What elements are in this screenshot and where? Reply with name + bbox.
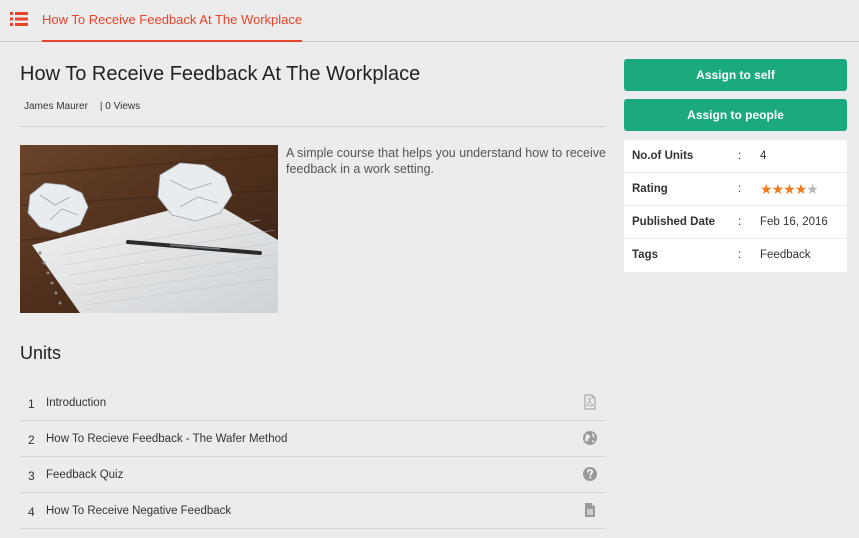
unit-number: 1: [28, 397, 35, 411]
globe-icon: [582, 430, 598, 446]
unit-number: 3: [28, 469, 35, 483]
star-filled-icon: ★: [771, 181, 785, 197]
unit-row[interactable]: 2 How To Recieve Feedback - The Wafer Me…: [20, 421, 606, 457]
view-count: | 0 Views: [99, 101, 141, 112]
tab-course[interactable]: How To Receive Feedback At The Workplace: [42, 0, 303, 42]
divider: [20, 126, 606, 127]
star-filled-icon: ★: [760, 181, 773, 197]
units-count: 4: [760, 150, 767, 162]
course-thumbnail: [20, 145, 278, 313]
pdf-file-icon: [582, 394, 598, 410]
info-colon: :: [738, 150, 742, 162]
unit-title[interactable]: Introduction: [46, 397, 106, 409]
info-label: Rating: [632, 183, 668, 195]
page-title: How To Receive Feedback At The Workplace: [20, 63, 421, 85]
question-circle-icon: [582, 466, 598, 482]
assign-to-people-button[interactable]: Assign to people: [624, 99, 847, 131]
unit-title[interactable]: Feedback Quiz: [46, 469, 123, 481]
star-filled-icon: ★: [783, 181, 796, 197]
unit-number: 4: [28, 505, 35, 519]
info-row-units: No.of Units : 4: [624, 140, 847, 173]
tag-link[interactable]: Feedback: [760, 249, 811, 261]
info-row-rating: Rating : ★★★★★: [624, 173, 847, 206]
list-icon[interactable]: [10, 11, 28, 27]
star-filled-icon: ★: [794, 181, 808, 197]
course-meta: James Maurer | 0 Views: [24, 101, 140, 112]
assign-to-self-button[interactable]: Assign to self: [624, 59, 847, 91]
rating-stars: ★★★★★: [760, 181, 819, 198]
unit-row[interactable]: 1 Introduction: [20, 385, 606, 421]
units-heading: Units: [20, 343, 62, 363]
info-label: No.of Units: [632, 150, 694, 162]
top-bar: How To Receive Feedback At The Workplace: [0, 0, 859, 42]
unit-row[interactable]: 3 Feedback Quiz: [20, 457, 606, 493]
unit-number: 2: [28, 433, 35, 447]
unit-title[interactable]: How To Receive Negative Feedback: [46, 505, 231, 517]
info-row-tags: Tags : Feedback: [624, 239, 847, 272]
course-description: A simple course that helps you understan…: [286, 146, 606, 176]
info-colon: :: [738, 249, 742, 261]
course-info-card: No.of Units : 4 Rating : ★★★★★ Published…: [624, 140, 847, 272]
info-label: Published Date: [632, 216, 716, 228]
unit-row[interactable]: 4 How To Receive Negative Feedback: [20, 493, 606, 529]
star-empty-icon: ★: [806, 181, 819, 197]
units-list: 1 Introduction 2 How To Recieve Feedback…: [20, 385, 606, 529]
info-colon: :: [738, 183, 742, 195]
info-row-published: Published Date : Feb 16, 2016: [624, 206, 847, 239]
author-name: James Maurer: [24, 101, 88, 112]
published-date: Feb 16, 2016: [760, 216, 828, 228]
info-label: Tags: [632, 249, 658, 261]
unit-title[interactable]: How To Recieve Feedback - The Wafer Meth…: [46, 433, 287, 445]
info-colon: :: [738, 216, 742, 228]
document-icon: [582, 502, 598, 518]
